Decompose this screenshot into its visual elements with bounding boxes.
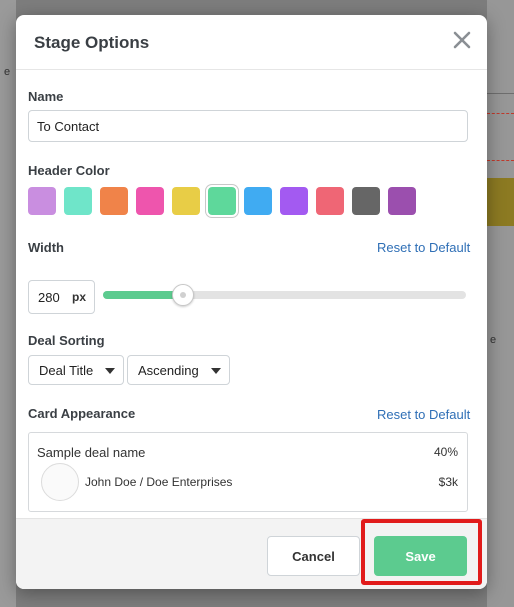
card-reset-link[interactable]: Reset to Default (377, 407, 470, 422)
cancel-button[interactable]: Cancel (267, 536, 360, 576)
width-reset-link[interactable]: Reset to Default (377, 240, 470, 255)
color-swatch[interactable] (136, 187, 164, 215)
background-right-column (487, 0, 514, 607)
header-color-label: Header Color (28, 163, 110, 178)
modal-title: Stage Options (34, 33, 150, 52)
card-deal-name: Sample deal name (37, 445, 146, 460)
color-swatch[interactable] (244, 187, 272, 215)
color-swatch[interactable] (352, 187, 380, 215)
background-text: e (4, 66, 11, 78)
card-value: $3k (438, 475, 458, 489)
width-label: Width (28, 240, 64, 255)
background-divider (487, 93, 514, 94)
deal-sorting-label: Deal Sorting (28, 333, 105, 348)
card-appearance-label: Card Appearance (28, 406, 136, 421)
color-swatch[interactable] (280, 187, 308, 215)
stage-name-input[interactable] (28, 110, 468, 142)
card-person-org: John Doe / Doe Enterprises (85, 475, 233, 489)
color-swatch[interactable] (28, 187, 56, 215)
color-swatch[interactable] (64, 187, 92, 215)
stage-options-modal: Stage Options Name Header Color Width Re… (16, 15, 487, 589)
chevron-down-icon (211, 368, 221, 374)
width-value: 280 (38, 289, 60, 305)
avatar (41, 463, 79, 501)
background-left-column (0, 0, 16, 607)
chevron-down-icon (105, 368, 115, 374)
background-dashed-line (487, 113, 514, 114)
sort-order-select[interactable]: Ascending (127, 355, 230, 385)
close-button[interactable] (451, 29, 473, 51)
background-text: e (490, 334, 497, 346)
width-unit: px (72, 290, 87, 304)
close-icon (453, 31, 471, 49)
color-swatch[interactable] (388, 187, 416, 215)
name-label: Name (28, 89, 64, 104)
color-swatch[interactable] (316, 187, 344, 215)
background-dashed-line (487, 160, 514, 161)
color-swatch[interactable] (100, 187, 128, 215)
card-preview: Sample deal name 40% John Doe / Doe Ente… (28, 432, 468, 512)
sort-field-value: Deal Title (39, 362, 94, 378)
width-slider[interactable] (103, 284, 466, 306)
save-highlight-annotation (361, 519, 482, 585)
color-swatch[interactable] (206, 185, 238, 217)
sort-order-value: Ascending (138, 362, 199, 378)
header-color-picker (28, 185, 424, 217)
sort-field-select[interactable]: Deal Title (28, 355, 124, 385)
card-probability: 40% (433, 445, 458, 459)
modal-header: Stage Options (16, 15, 487, 70)
color-swatch[interactable] (172, 187, 200, 215)
background-stage-header (487, 178, 514, 226)
width-slider-handle[interactable] (171, 284, 194, 306)
width-field[interactable]: 280 px (28, 280, 95, 314)
width-slider-fill (103, 291, 183, 299)
